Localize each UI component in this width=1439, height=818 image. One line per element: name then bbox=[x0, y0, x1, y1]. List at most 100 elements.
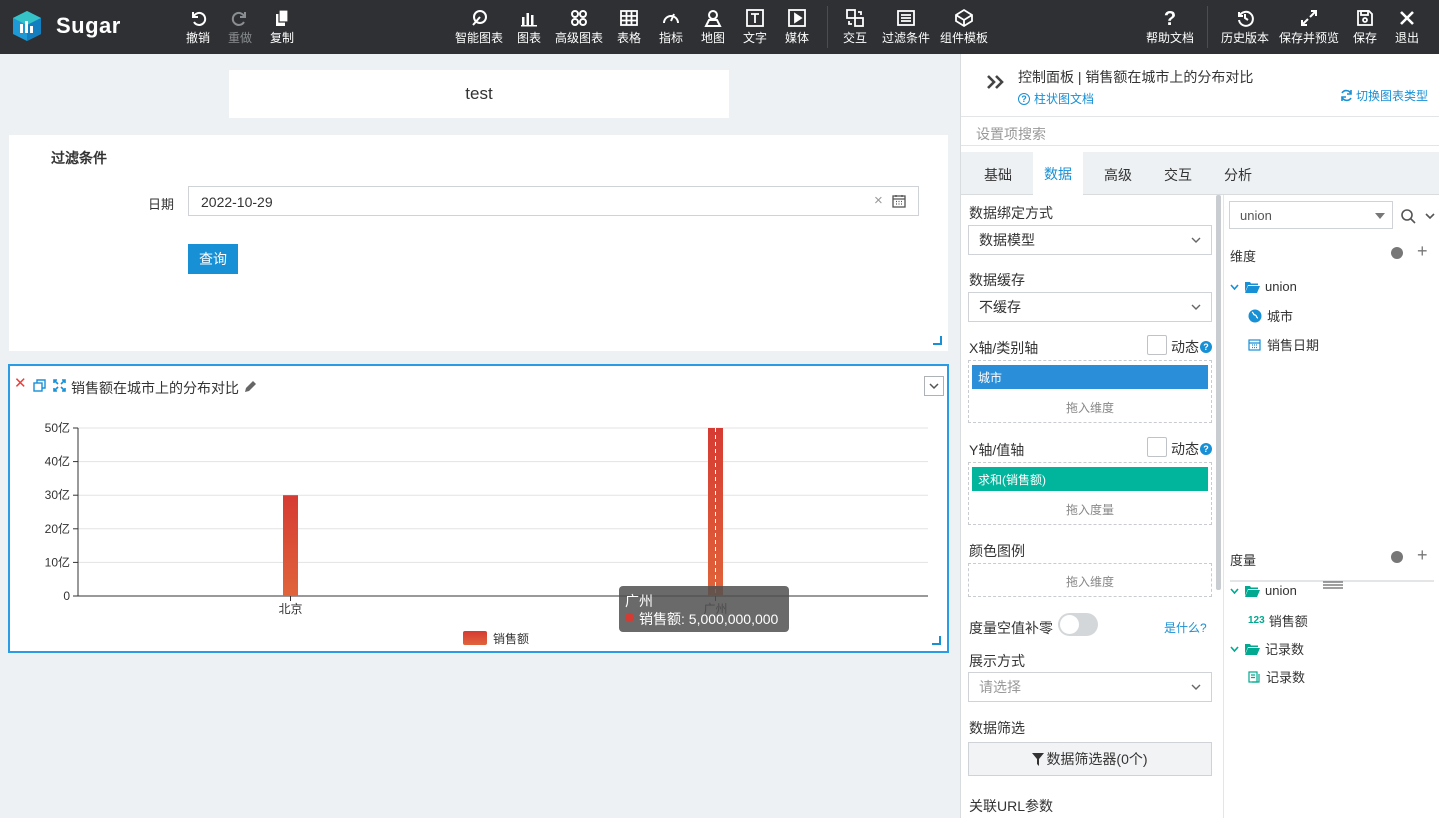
edit-pencil-icon[interactable] bbox=[243, 379, 258, 394]
zero-fill-toggle[interactable] bbox=[1058, 613, 1098, 636]
save-button[interactable]: 保存 bbox=[1353, 8, 1377, 48]
chevron-down-icon[interactable] bbox=[1425, 213, 1435, 220]
binding-label: 数据绑定方式 bbox=[969, 205, 1053, 221]
date-input[interactable]: 2022-10-29 × bbox=[188, 186, 919, 216]
text-label: 文字 bbox=[743, 31, 768, 45]
funnel-icon bbox=[1032, 752, 1045, 766]
legend-swatch bbox=[463, 631, 487, 645]
y-dynamic-checkbox[interactable] bbox=[1147, 437, 1167, 457]
copy-icon bbox=[276, 9, 289, 26]
history-button[interactable]: 历史版本 bbox=[1221, 8, 1269, 48]
table-button[interactable]: 表格 bbox=[617, 8, 641, 48]
number-type-icon: 123 bbox=[1248, 615, 1265, 626]
measure-group-count[interactable]: 记录数 bbox=[1230, 639, 1304, 658]
model-select[interactable]: union bbox=[1229, 201, 1393, 229]
filter-condition-button[interactable]: 过滤条件 bbox=[882, 8, 930, 48]
y-axis-drop-zone[interactable]: 求和(销售额) 拖入度量 bbox=[968, 462, 1212, 525]
text-icon bbox=[746, 9, 764, 27]
switch-chart-type-link[interactable]: 切换图表类型 bbox=[1340, 87, 1428, 104]
search-icon[interactable] bbox=[1401, 209, 1416, 224]
settings-scrollbar[interactable] bbox=[1216, 195, 1221, 590]
measure-title: 度量 bbox=[1230, 553, 1257, 568]
clear-icon[interactable]: × bbox=[874, 192, 883, 209]
dimension-item-sale-date[interactable]: 销售日期 bbox=[1248, 335, 1319, 354]
interaction-icon bbox=[846, 9, 864, 27]
chart-tooltip: 广州 销售额: 5,000,000,000 bbox=[619, 586, 789, 632]
color-legend-drop-zone[interactable]: 拖入维度 bbox=[968, 563, 1212, 597]
y-tick-label: 40亿 bbox=[45, 454, 70, 469]
fullscreen-icon[interactable] bbox=[53, 379, 66, 392]
measure-group-union[interactable]: union bbox=[1230, 583, 1297, 598]
y-dynamic-help-icon[interactable]: ? bbox=[1200, 443, 1212, 455]
tab-data[interactable]: 数据 bbox=[1033, 152, 1083, 196]
map-button[interactable]: 地图 bbox=[701, 8, 725, 48]
x-axis-field-pill[interactable]: 城市 bbox=[972, 365, 1208, 389]
save-preview-button[interactable]: 保存并预览 bbox=[1279, 8, 1339, 48]
data-filter-button[interactable]: 数据筛选器(0个) bbox=[968, 742, 1212, 776]
copy-button[interactable]: 复制 bbox=[270, 8, 294, 48]
close-icon bbox=[1400, 11, 1414, 25]
display-mode-select[interactable]: 请选择 bbox=[968, 672, 1212, 702]
date-label: 日期 bbox=[148, 197, 175, 212]
help-doc-button[interactable]: ? 帮助文档 bbox=[1146, 8, 1194, 48]
measure-item-sales[interactable]: 123 销售额 bbox=[1248, 611, 1308, 630]
chart-component[interactable]: ✕ 销售额在城市上的分布对比 0 10亿 20亿 30亿 40亿 50亿北京 广州销售额 bbox=[8, 364, 949, 653]
interaction-button[interactable]: 交互 bbox=[843, 8, 867, 48]
redo-button[interactable]: 重做 bbox=[228, 8, 252, 48]
smart-chart-button[interactable]: 智能图表 bbox=[455, 8, 503, 48]
advanced-chart-button[interactable]: 高级图表 bbox=[555, 8, 603, 48]
dimension-group-union[interactable]: union bbox=[1230, 279, 1297, 294]
measure-settings-icon[interactable] bbox=[1391, 551, 1403, 563]
calendar-icon[interactable] bbox=[892, 194, 906, 208]
resize-handle[interactable] bbox=[933, 336, 942, 345]
text-component[interactable]: test bbox=[229, 70, 729, 118]
data-settings: 数据绑定方式 数据模型 数据缓存 不缓存 X轴/类别轴 动态 ? 城市 拖入维度… bbox=[961, 195, 1223, 818]
chart-title: 销售额在城市上的分布对比 bbox=[71, 380, 239, 396]
binding-select[interactable]: 数据模型 bbox=[968, 225, 1212, 255]
bar-chart-doc-link[interactable]: ? 柱状图文档 bbox=[1018, 90, 1094, 107]
tooltip-marker bbox=[625, 613, 634, 622]
filter-component[interactable]: 过滤条件 日期 2022-10-29 × 查询 bbox=[9, 135, 948, 351]
undo-button[interactable]: 撤销 bbox=[186, 8, 210, 48]
tab-advanced[interactable]: 高级 bbox=[1104, 165, 1132, 185]
settings-search-input[interactable]: 设置项搜索 bbox=[961, 116, 1439, 146]
chart-button[interactable]: 图表 bbox=[517, 8, 541, 48]
cache-select[interactable]: 不缓存 bbox=[968, 292, 1212, 322]
indicator-button[interactable]: 指标 bbox=[659, 8, 683, 48]
add-measure-icon[interactable]: + bbox=[1417, 545, 1428, 566]
tab-analysis[interactable]: 分析 bbox=[1224, 165, 1252, 185]
record-count-icon bbox=[1248, 670, 1260, 683]
tab-basic[interactable]: 基础 bbox=[984, 165, 1012, 185]
text-button[interactable]: 文字 bbox=[743, 8, 767, 48]
query-button[interactable]: 查询 bbox=[188, 244, 238, 274]
measure-item-record-count[interactable]: 记录数 bbox=[1248, 667, 1305, 686]
duplicate-icon[interactable] bbox=[33, 379, 46, 392]
indicator-label: 指标 bbox=[659, 31, 684, 45]
x-axis-drop-zone[interactable]: 城市 拖入维度 bbox=[968, 360, 1212, 423]
add-dimension-icon[interactable]: + bbox=[1417, 241, 1428, 262]
resize-handle[interactable] bbox=[932, 636, 941, 645]
y-dynamic-label: 动态 bbox=[1171, 441, 1199, 457]
bar-chart: 0 10亿 20亿 30亿 40亿 50亿北京 广州销售额 bbox=[45, 420, 928, 646]
dimension-settings-icon[interactable] bbox=[1391, 247, 1403, 259]
x-dynamic-help-icon[interactable]: ? bbox=[1200, 341, 1212, 353]
y-axis-field-pill[interactable]: 求和(销售额) bbox=[972, 467, 1208, 491]
chart-menu-dropdown[interactable] bbox=[924, 376, 944, 396]
undo-label: 撤销 bbox=[186, 31, 211, 45]
chevron-down-icon bbox=[1191, 304, 1201, 310]
tab-interaction[interactable]: 交互 bbox=[1164, 165, 1192, 185]
component-template-button[interactable]: 组件模板 bbox=[940, 8, 988, 48]
x-dynamic-checkbox[interactable] bbox=[1147, 335, 1167, 355]
folder-open-icon bbox=[1245, 643, 1260, 655]
media-button[interactable]: 媒体 bbox=[785, 8, 809, 48]
filter-condition-label: 过滤条件 bbox=[882, 31, 931, 45]
drag-handle-icon[interactable] bbox=[1323, 581, 1343, 589]
delete-icon[interactable]: ✕ bbox=[14, 376, 27, 391]
collapse-panel-icon[interactable] bbox=[986, 74, 1006, 90]
exit-button[interactable]: 退出 bbox=[1395, 8, 1419, 48]
chevron-down-icon bbox=[1191, 684, 1201, 690]
dimension-item-city[interactable]: 城市 bbox=[1248, 306, 1293, 325]
table-icon bbox=[620, 10, 638, 26]
toggle-knob bbox=[1060, 615, 1079, 634]
whats-this-link[interactable]: 是什么? bbox=[1164, 619, 1207, 636]
